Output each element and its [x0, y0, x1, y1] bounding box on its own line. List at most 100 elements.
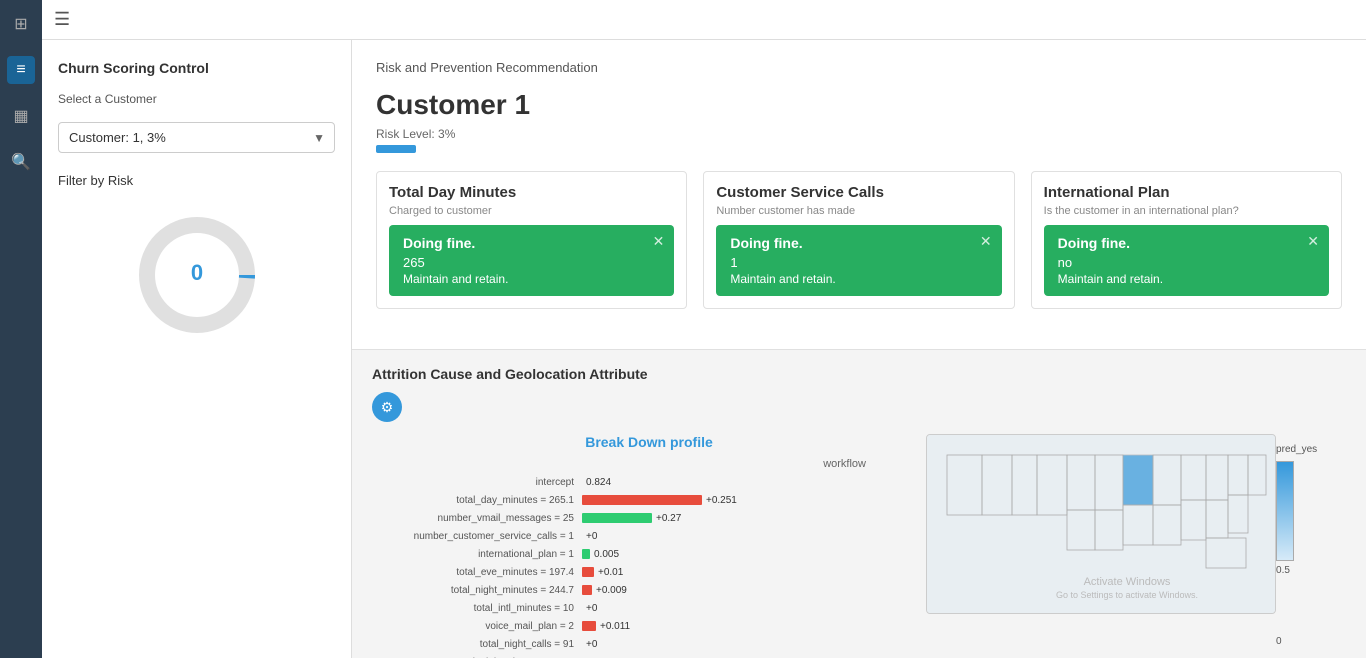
card-title-2: International Plan — [1044, 184, 1329, 201]
green-card-1: ✕ Doing fine. 1 Maintain and retain. — [716, 225, 1001, 296]
bar-track-3: +0 — [582, 530, 782, 542]
menu-icon[interactable]: ≡ — [7, 56, 35, 84]
bar-value-0: 0.824 — [586, 477, 611, 488]
bottom-content-row: Break Down profile workflow intercept 0.… — [372, 434, 1346, 658]
card-title-0: Total Day Minutes — [389, 184, 674, 201]
green-card-0: ✕ Doing fine. 265 Maintain and retain. — [389, 225, 674, 296]
us-map-svg: Activate Windows Go to Settings to activ… — [927, 435, 1276, 614]
legend-color-bar — [1276, 461, 1294, 561]
customer-select-wrapper: Customer: 1, 3% ▼ — [58, 122, 335, 153]
close-icon-0[interactable]: ✕ — [653, 233, 665, 250]
legend-area: pred_yes 0.5 0 — [1276, 434, 1346, 647]
svg-text:Go to Settings to activate Win: Go to Settings to activate Windows. — [1056, 590, 1198, 600]
close-icon-1[interactable]: ✕ — [980, 233, 992, 250]
bar-row-6: total_night_minutes = 244.7 +0.009 — [382, 582, 916, 598]
svg-text:Activate Windows: Activate Windows — [1084, 576, 1171, 588]
topbar: ☰ — [42, 0, 1366, 40]
green-card-2: ✕ Doing fine. no Maintain and retain. — [1044, 225, 1329, 296]
layers-icon[interactable]: ▦ — [7, 102, 35, 130]
bar-neg-4 — [582, 549, 590, 559]
bar-row-8: voice_mail_plan = 2 +0.011 — [382, 618, 916, 634]
bar-value-3: +0 — [586, 531, 597, 542]
bar-label-4: international_plan = 1 — [382, 549, 582, 560]
bar-row-10: total_night_charge = 11.01 +0 — [382, 654, 916, 658]
bar-pos-8 — [582, 621, 596, 631]
bar-track-4: 0.005 — [582, 548, 782, 560]
chart-area: Break Down profile workflow intercept 0.… — [372, 434, 926, 658]
bar-label-3: number_customer_service_calls = 1 — [382, 531, 582, 542]
bar-row-0: intercept 0.824 — [382, 474, 916, 490]
bar-label-1: total_day_minutes = 265.1 — [382, 495, 582, 506]
card-service-calls: Customer Service Calls Number customer h… — [703, 171, 1014, 309]
bar-value-5: +0.01 — [598, 567, 623, 578]
legend-label: pred_yes — [1276, 444, 1317, 455]
bar-row-5: total_eve_minutes = 197.4 +0.01 — [382, 564, 916, 580]
bar-label-8: voice_mail_plan = 2 — [382, 621, 582, 632]
risk-level-label: Risk Level: 3% — [376, 127, 1342, 141]
close-icon-2[interactable]: ✕ — [1307, 233, 1319, 250]
donut-value: 0 — [190, 260, 202, 285]
grid-icon[interactable]: ⊞ — [7, 10, 35, 38]
bar-track-0: 0.824 — [582, 476, 782, 488]
bar-row-9: total_night_calls = 91 +0 — [382, 636, 916, 652]
main-content: ☰ Churn Scoring Control Select a Custome… — [42, 0, 1366, 658]
bar-value-6: +0.009 — [596, 585, 627, 596]
bar-track-1: +0.251 — [582, 494, 782, 506]
bar-pos-6 — [582, 585, 592, 595]
donut-chart: 0 — [132, 210, 262, 340]
bar-label-5: total_eve_minutes = 197.4 — [382, 567, 582, 578]
bar-value-8: +0.011 — [600, 621, 630, 632]
bar-value-7: +0 — [586, 603, 597, 614]
hamburger-icon[interactable]: ☰ — [54, 9, 70, 30]
customer-heading: Customer 1 — [376, 89, 1342, 121]
section-title: Risk and Prevention Recommendation — [376, 60, 1342, 75]
bar-track-6: +0.009 — [582, 584, 782, 596]
bar-value-9: +0 — [586, 639, 597, 650]
workflow-label: workflow — [382, 458, 916, 470]
select-label: Select a Customer — [58, 92, 335, 106]
bar-row-3: number_customer_service_calls = 1 +0 — [382, 528, 916, 544]
search-icon[interactable]: 🔍 — [7, 148, 35, 176]
bar-label-6: total_night_minutes = 244.7 — [382, 585, 582, 596]
card-title-1: Customer Service Calls — [716, 184, 1001, 201]
right-content: Risk and Prevention Recommendation Custo… — [352, 40, 1366, 658]
bar-track-5: +0.01 — [582, 566, 782, 578]
card-intl-plan: International Plan Is the customer in an… — [1031, 171, 1342, 309]
bar-row-4: international_plan = 1 0.005 — [382, 546, 916, 562]
bar-row-7: total_intl_minutes = 10 +0 — [382, 600, 916, 616]
bar-pos-5 — [582, 567, 594, 577]
donut-chart-container: 0 — [58, 210, 335, 340]
card-status-2: Doing fine. — [1058, 235, 1315, 251]
bar-neg-2 — [582, 513, 652, 523]
bar-track-8: +0.011 — [582, 620, 782, 632]
card-day-minutes: Total Day Minutes Charged to customer ✕ … — [376, 171, 687, 309]
card-value-0: 265 — [403, 255, 660, 270]
content-area: Churn Scoring Control Select a Customer … — [42, 40, 1366, 658]
bar-label-9: total_night_calls = 91 — [382, 639, 582, 650]
bar-track-7: +0 — [582, 602, 782, 614]
bar-pos-1 — [582, 495, 702, 505]
bar-label-0: intercept — [382, 477, 582, 488]
chart-title: Break Down profile — [372, 434, 926, 450]
card-value-1: 1 — [730, 255, 987, 270]
bar-track-2: +0.27 — [582, 512, 782, 524]
sidebar: ⊞ ≡ ▦ 🔍 — [0, 0, 42, 658]
card-value-2: no — [1058, 255, 1315, 270]
bar-label-7: total_intl_minutes = 10 — [382, 603, 582, 614]
card-status-0: Doing fine. — [403, 235, 660, 251]
card-subtitle-1: Number customer has made — [716, 205, 1001, 217]
legend-low: 0 — [1276, 636, 1282, 647]
customer-select[interactable]: Customer: 1, 3% — [58, 122, 335, 153]
gear-icon[interactable]: ⚙ — [372, 392, 402, 422]
cards-row: Total Day Minutes Charged to customer ✕ … — [376, 171, 1342, 309]
bottom-title: Attrition Cause and Geolocation Attribut… — [372, 366, 1346, 382]
card-status-1: Doing fine. — [730, 235, 987, 251]
card-subtitle-2: Is the customer in an international plan… — [1044, 205, 1329, 217]
panel-title: Churn Scoring Control — [58, 60, 335, 76]
us-map: Activate Windows Go to Settings to activ… — [926, 434, 1276, 614]
bar-track-9: +0 — [582, 638, 782, 650]
risk-bar — [376, 145, 416, 153]
card-action-0: Maintain and retain. — [403, 272, 660, 286]
bar-value-2: +0.27 — [656, 513, 681, 524]
bar-value-1: +0.251 — [706, 495, 737, 506]
